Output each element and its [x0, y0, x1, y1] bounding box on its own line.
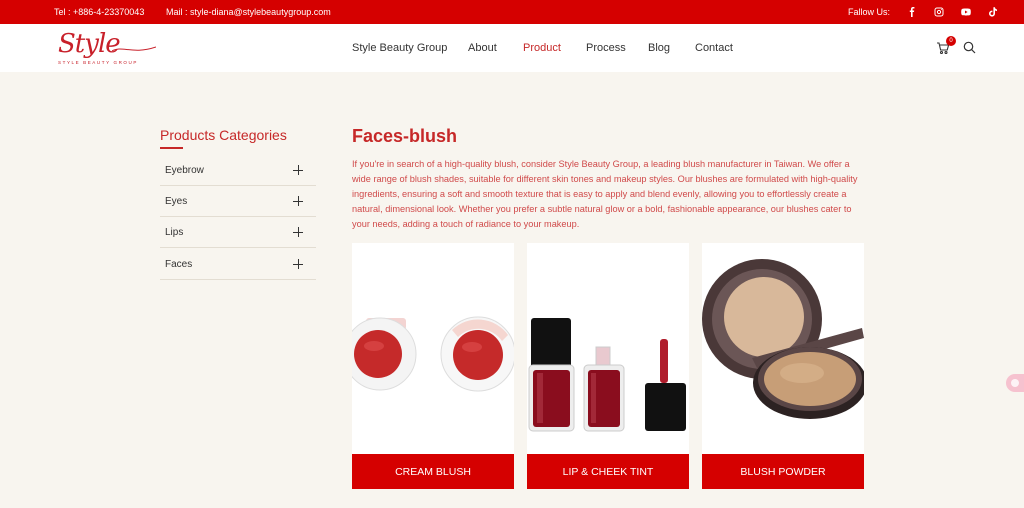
- instagram-icon[interactable]: [932, 5, 946, 19]
- nav-blog[interactable]: Blog: [648, 42, 670, 54]
- categories-title: Products Categories: [160, 127, 287, 143]
- plus-icon[interactable]: [293, 165, 303, 175]
- category-item-eyes[interactable]: Eyes: [160, 186, 316, 217]
- logo-swash: [112, 46, 156, 52]
- nav-process[interactable]: Process: [586, 42, 626, 54]
- title-underline: [160, 147, 183, 149]
- blush-powder-button[interactable]: BLUSH POWDER: [702, 454, 864, 489]
- nav-style-beauty-group[interactable]: Style Beauty Group: [352, 42, 447, 54]
- floating-chat-button[interactable]: [1006, 374, 1024, 392]
- page-title: Faces-blush: [352, 126, 458, 146]
- top-bar: Tel : +886-4-23370043 Mail : style-diana…: [0, 0, 1024, 24]
- category-item-lips[interactable]: Lips: [160, 217, 316, 248]
- youtube-icon[interactable]: [959, 5, 973, 19]
- category-item-faces[interactable]: Faces: [160, 249, 316, 280]
- plus-icon[interactable]: [293, 196, 303, 206]
- lip-cheek-tint-image: [527, 243, 689, 454]
- nav-about[interactable]: About: [468, 42, 497, 54]
- blush-powder-image: [702, 243, 864, 454]
- cart-count-badge: 0: [946, 36, 956, 46]
- product-card-cream-blush[interactable]: CREAM BLUSH: [352, 243, 514, 489]
- logo-script: Style: [58, 29, 121, 59]
- product-card-lip-cheek-tint[interactable]: LIP & CHEEK TINT: [527, 243, 689, 489]
- site-header: Style STYLE BEAUTY GROUP Style Beauty Gr…: [0, 24, 1024, 72]
- category-label: Lips: [165, 227, 184, 238]
- facebook-icon[interactable]: [905, 5, 919, 19]
- brand-logo[interactable]: Style STYLE BEAUTY GROUP: [56, 29, 156, 67]
- logo-tagline: STYLE BEAUTY GROUP: [58, 60, 138, 65]
- category-description: If you're in search of a high-quality bl…: [352, 159, 858, 229]
- plus-icon[interactable]: [293, 227, 303, 237]
- tiktok-icon[interactable]: [986, 5, 1000, 19]
- cream-blush-button[interactable]: CREAM BLUSH: [352, 454, 514, 489]
- nav-product[interactable]: Product: [523, 42, 561, 54]
- product-card-blush-powder[interactable]: BLUSH POWDER: [702, 243, 864, 489]
- cream-blush-image: [352, 243, 514, 454]
- phone-number[interactable]: Tel : +886-4-23370043: [54, 7, 144, 17]
- follow-us-label: Fallow Us:: [848, 7, 891, 17]
- plus-icon[interactable]: [293, 259, 303, 269]
- search-icon[interactable]: [963, 41, 976, 54]
- category-label: Eyebrow: [165, 165, 204, 176]
- category-label: Faces: [165, 259, 193, 270]
- lip-cheek-tint-button[interactable]: LIP & CHEEK TINT: [527, 454, 689, 489]
- email-address[interactable]: Mail : style-diana@stylebeautygroup.com: [166, 7, 331, 17]
- category-label: Eyes: [165, 196, 188, 207]
- category-item-eyebrow[interactable]: Eyebrow: [160, 155, 316, 186]
- nav-contact[interactable]: Contact: [695, 42, 733, 54]
